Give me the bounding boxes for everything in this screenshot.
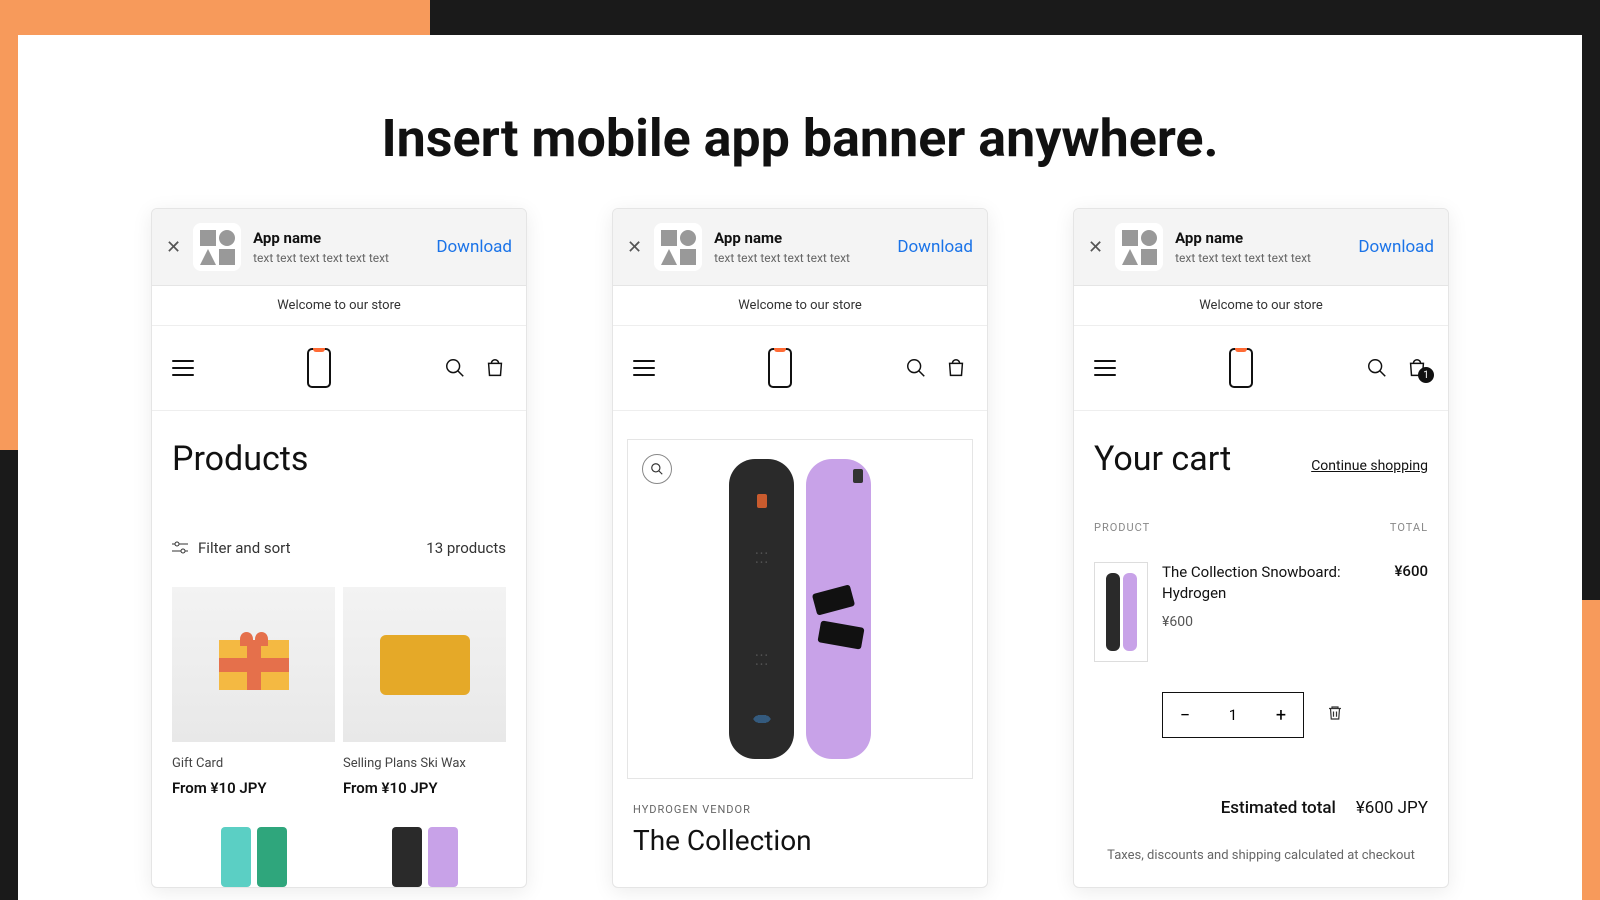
filter-sort-button[interactable]: Filter and sort <box>172 539 291 557</box>
welcome-bar: Welcome to our store <box>1074 286 1448 326</box>
logo[interactable] <box>307 348 331 388</box>
product-title: The Collection <box>633 824 967 857</box>
tax-note: Taxes, discounts and shipping calculated… <box>1094 848 1428 863</box>
vendor-label: HYDROGEN VENDOR <box>633 803 967 816</box>
product-image[interactable] <box>627 439 973 779</box>
estimated-total-label: Estimated total <box>1221 798 1336 818</box>
logo[interactable] <box>1229 348 1253 388</box>
filter-icon <box>172 541 188 555</box>
search-icon[interactable] <box>1366 357 1388 379</box>
trash-icon[interactable] <box>1326 703 1344 727</box>
product-name: Selling Plans Ski Wax <box>343 756 506 771</box>
product-card[interactable]: Selling Plans Ski Wax From ¥10 JPY <box>343 587 506 887</box>
cart-item-thumbnail[interactable] <box>1094 562 1148 662</box>
app-icon <box>654 223 702 271</box>
page-title: Your cart <box>1094 439 1231 479</box>
qty-increase-button[interactable]: + <box>1259 693 1303 737</box>
close-icon[interactable]: ✕ <box>166 237 181 258</box>
banner-subtitle: text text text text text text <box>1175 251 1346 265</box>
estimated-total-value: ¥600 JPY <box>1356 798 1428 818</box>
search-icon[interactable] <box>444 357 466 379</box>
mockup-cart: ✕ App name text text text text text text… <box>1073 208 1449 888</box>
banner-subtitle: text text text text text text <box>714 251 885 265</box>
navbar <box>613 326 987 411</box>
app-icon <box>1115 223 1163 271</box>
mockup-product-detail: ✕ App name text text text text text text… <box>612 208 988 888</box>
app-banner: ✕ App name text text text text text text… <box>613 209 987 286</box>
menu-icon[interactable] <box>172 360 194 376</box>
banner-app-name: App name <box>253 229 424 247</box>
navbar: 1 <box>1074 326 1448 411</box>
close-icon[interactable]: ✕ <box>1088 237 1103 258</box>
logo[interactable] <box>768 348 792 388</box>
page-title: Products <box>172 439 506 479</box>
product-name: Gift Card <box>172 756 335 771</box>
filter-label: Filter and sort <box>198 539 291 557</box>
cart-item: The Collection Snowboard: Hydrogen ¥600 … <box>1094 562 1428 662</box>
qty-decrease-button[interactable]: − <box>1163 693 1207 737</box>
banner-app-name: App name <box>1175 229 1346 247</box>
cart-icon[interactable] <box>484 357 506 379</box>
cart-item-total: ¥600 <box>1394 562 1428 662</box>
app-banner: ✕ App name text text text text text text… <box>152 209 526 286</box>
banner-app-name: App name <box>714 229 885 247</box>
banner-subtitle: text text text text text text <box>253 251 424 265</box>
continue-shopping-link[interactable]: Continue shopping <box>1311 458 1428 474</box>
navbar <box>152 326 526 411</box>
app-icon <box>193 223 241 271</box>
cart-icon[interactable]: 1 <box>1406 357 1428 379</box>
product-card[interactable]: Gift Card From ¥10 JPY <box>172 587 335 887</box>
cart-badge: 1 <box>1418 367 1434 383</box>
cart-icon[interactable] <box>945 357 967 379</box>
cart-item-price: ¥600 <box>1162 614 1380 630</box>
search-icon[interactable] <box>905 357 927 379</box>
welcome-bar: Welcome to our store <box>613 286 987 326</box>
product-price: From ¥10 JPY <box>172 779 335 797</box>
download-button[interactable]: Download <box>1358 237 1434 257</box>
quantity-stepper: − + <box>1162 692 1304 738</box>
menu-icon[interactable] <box>633 360 655 376</box>
download-button[interactable]: Download <box>897 237 973 257</box>
col-product: PRODUCT <box>1094 521 1150 534</box>
welcome-bar: Welcome to our store <box>152 286 526 326</box>
zoom-icon[interactable] <box>642 454 672 484</box>
product-price: From ¥10 JPY <box>343 779 506 797</box>
headline: Insert mobile app banner anywhere. <box>0 108 1600 169</box>
col-total: TOTAL <box>1390 521 1428 534</box>
mockup-product-list: ✕ App name text text text text text text… <box>151 208 527 888</box>
qty-input[interactable] <box>1207 693 1259 737</box>
menu-icon[interactable] <box>1094 360 1116 376</box>
close-icon[interactable]: ✕ <box>627 237 642 258</box>
download-button[interactable]: Download <box>436 237 512 257</box>
product-count: 13 products <box>426 539 506 557</box>
cart-item-name: The Collection Snowboard: Hydrogen <box>1162 562 1380 604</box>
app-banner: ✕ App name text text text text text text… <box>1074 209 1448 286</box>
